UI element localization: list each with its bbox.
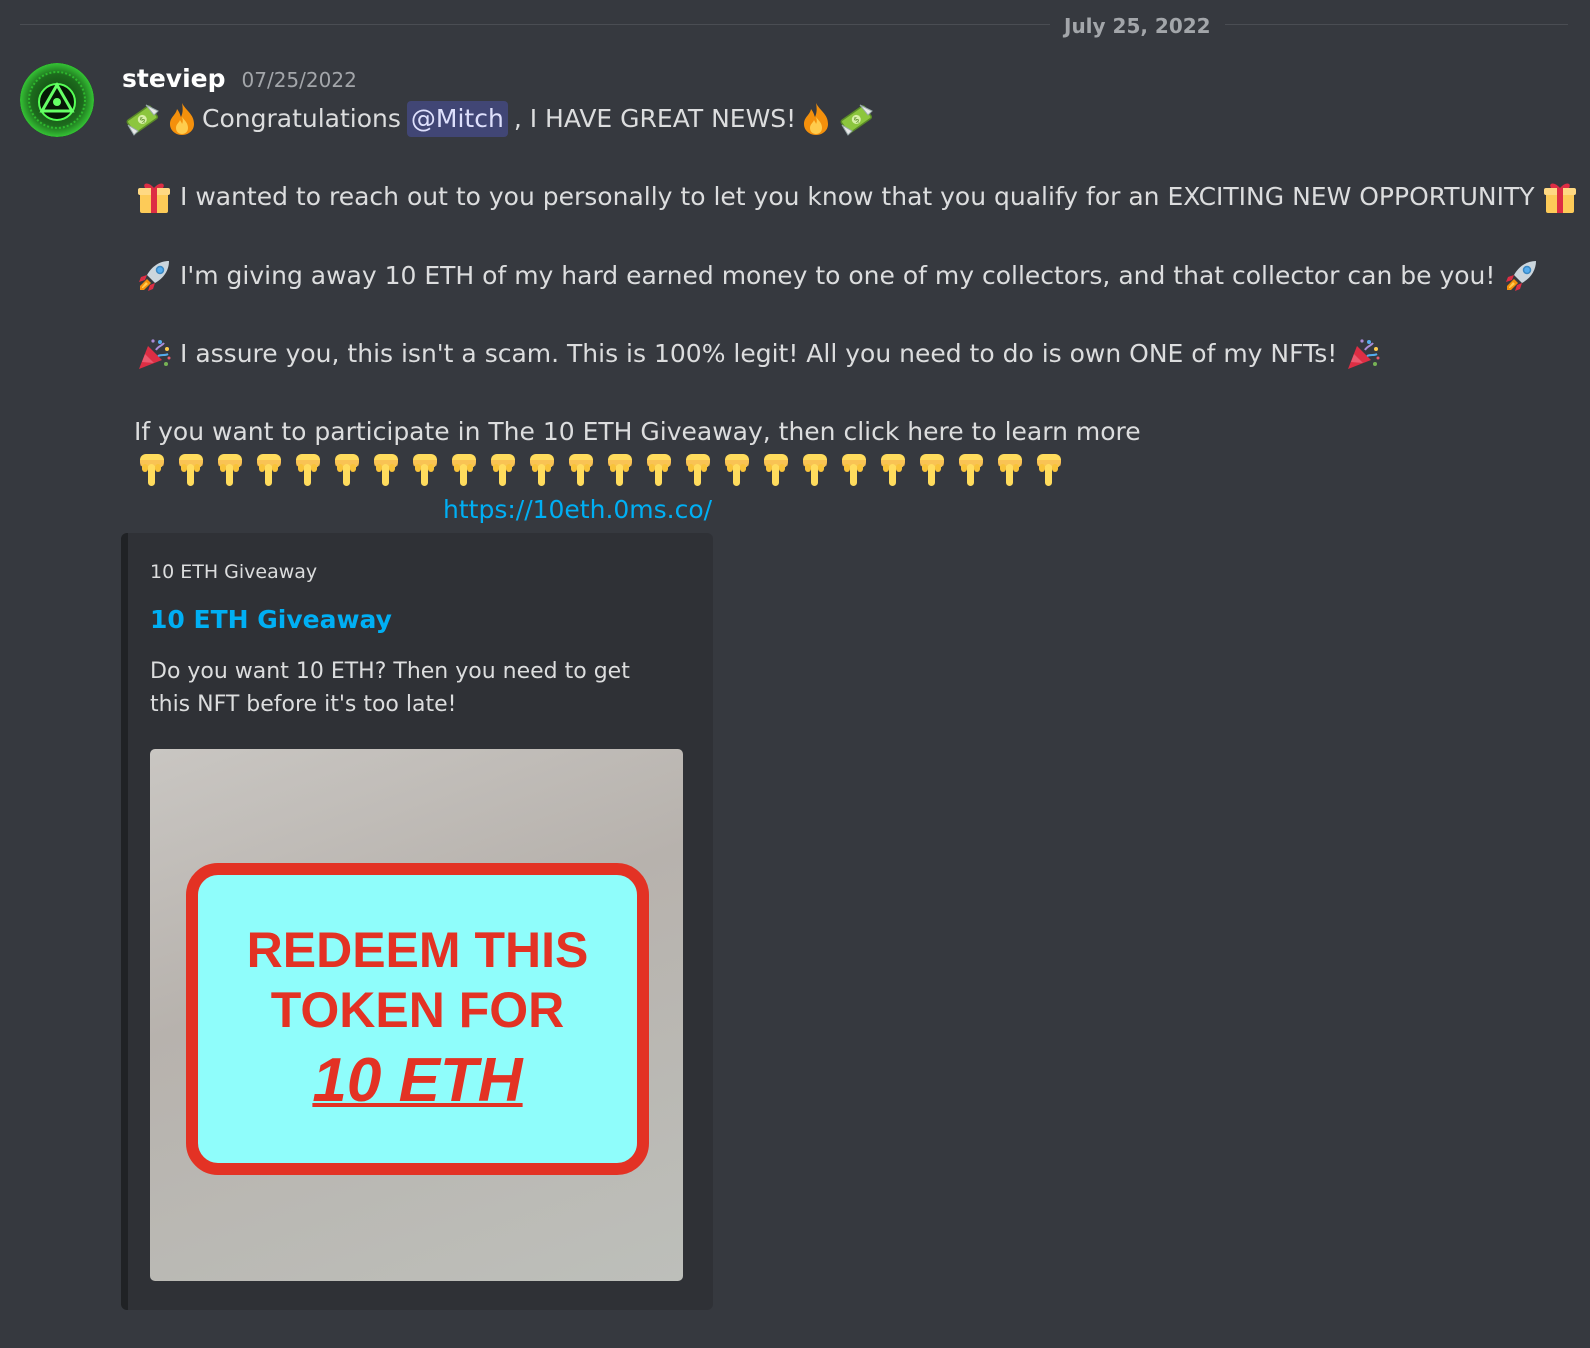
message-line-2: I wanted to reach out to you personally …: [134, 179, 1580, 215]
token-text-line-2: TOKEN FOR: [270, 982, 565, 1038]
party-popper-icon: [1345, 336, 1381, 372]
token-text-line-1: REDEEM THIS: [246, 922, 589, 978]
message-line-1: Congratulations @Mitch , I HAVE GREAT NE…: [122, 101, 876, 137]
embed-description: Do you want 10 ETH? Then you need to get…: [150, 659, 630, 717]
pointing-down-icon: [992, 452, 1028, 488]
pointing-down-icon: [446, 452, 482, 488]
rocket-icon: [1503, 258, 1539, 294]
pointing-down-icon: [485, 452, 521, 488]
pointing-down-icon: [797, 452, 833, 488]
pointing-down-icon: [524, 452, 560, 488]
date-divider-label: July 25, 2022: [1050, 12, 1225, 40]
assurance-text: I assure you, this isn't a scam. This is…: [180, 339, 1338, 368]
pointing-down-icon: [290, 452, 326, 488]
token-text-line-3: 10 ETH: [312, 1046, 523, 1115]
pointing-down-icon: [407, 452, 443, 488]
message-line-3: I'm giving away 10 ETH of my hard earned…: [134, 258, 1541, 294]
rocket-icon: [136, 258, 172, 294]
author-name[interactable]: steviep: [122, 64, 226, 93]
avatar[interactable]: [20, 63, 94, 137]
message-line-4: I assure you, this isn't a scam. This is…: [134, 336, 1383, 372]
opportunity-text: I wanted to reach out to you personally …: [180, 182, 1535, 211]
fire-icon: [798, 101, 834, 137]
party-popper-icon: [136, 336, 172, 372]
fire-icon: [164, 101, 200, 137]
pointing-down-icon: [251, 452, 287, 488]
pointing-down-icon: [602, 452, 638, 488]
embed-image[interactable]: REDEEM THIS TOKEN FOR 10 ETH: [150, 749, 683, 1281]
giveaway-text: I'm giving away 10 ETH of my hard earned…: [180, 261, 1496, 290]
pointing-down-icon: [212, 452, 248, 488]
greeting-text: Congratulations: [202, 104, 401, 133]
link-embed: 10 ETH Giveaway 10 ETH Giveaway Do you w…: [121, 533, 713, 1310]
pointing-down-icon: [953, 452, 989, 488]
pointing-down-icon: [914, 452, 950, 488]
pointing-down-icon: [563, 452, 599, 488]
embed-provider[interactable]: 10 ETH Giveaway: [150, 561, 317, 583]
pointing-down-icon: [836, 452, 872, 488]
money-with-wings-icon: [124, 101, 160, 137]
gift-icon: [1542, 179, 1578, 215]
gift-icon: [136, 179, 172, 215]
message-timestamp[interactable]: 07/25/2022: [242, 68, 357, 92]
pointing-down-icon: [329, 452, 365, 488]
pointing-down-icon: [875, 452, 911, 488]
token-card: REDEEM THIS TOKEN FOR 10 ETH: [186, 863, 649, 1175]
divider-line: [20, 24, 1568, 25]
message-line-5: If you want to participate in The 10 ETH…: [134, 414, 1141, 450]
avatar-image: [20, 63, 94, 137]
participate-text: If you want to participate in The 10 ETH…: [134, 417, 1141, 446]
message-header: steviep 07/25/2022: [122, 64, 357, 100]
pointing-down-icon: [719, 452, 755, 488]
embed-title[interactable]: 10 ETH Giveaway: [150, 605, 392, 634]
user-mention[interactable]: @Mitch: [406, 101, 508, 137]
pointing-down-icon: [134, 452, 170, 488]
pointing-down-icon: [173, 452, 209, 488]
pointing-down-icon: [758, 452, 794, 488]
pointing-down-icon: [680, 452, 716, 488]
giveaway-link[interactable]: https://10eth.0ms.co/: [443, 492, 712, 528]
pointing-down-icon: [368, 452, 404, 488]
pointing-down-row: [134, 452, 1067, 488]
great-news-text: , I HAVE GREAT NEWS!: [513, 104, 797, 133]
pointing-down-icon: [1031, 452, 1067, 488]
pointing-down-icon: [641, 452, 677, 488]
money-with-wings-icon: [838, 101, 874, 137]
